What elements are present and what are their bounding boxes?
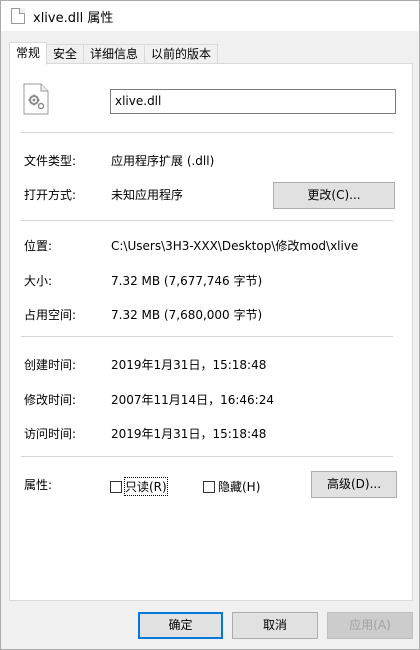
created-label: 创建时间: [24,358,77,372]
checkbox-box[interactable] [203,480,215,493]
apply-button[interactable]: 应用(A) [327,612,413,639]
modified-value: 2007年11月14日，16:46:24 [111,393,274,407]
modified-label: 修改时间: [24,393,77,407]
ok-button[interactable]: 确定 [138,612,223,639]
file-type-label: 文件类型: [24,154,77,168]
advanced-button[interactable]: 高级(D)... [311,471,397,498]
size-value: 7.32 MB (7,677,746 字节) [111,274,263,288]
tab-strip: 常规 安全 详细信息 以前的版本 [9,42,219,65]
readonly-checkbox[interactable]: 只读(R) [110,477,168,496]
cancel-button[interactable]: 取消 [232,612,318,639]
file-icon [11,8,25,24]
checkbox-box[interactable] [110,480,122,493]
divider [21,456,393,457]
tab-security[interactable]: 安全 [46,44,85,64]
size-on-disk-value: 7.32 MB (7,680,000 字节) [111,308,263,322]
general-panel [9,63,413,601]
opens-with-value: 未知应用程序 [111,188,184,202]
title-bar: xlive.dll 属性 [1,1,419,31]
size-on-disk-label: 占用空间: [24,308,77,322]
tab-previous-versions[interactable]: 以前的版本 [144,44,219,64]
readonly-label: 只读(R) [124,477,168,496]
divider [21,132,393,133]
created-value: 2019年1月31日，15:18:48 [111,358,267,372]
attributes-label: 属性: [24,478,53,492]
window-title: xlive.dll 属性 [33,10,114,26]
tab-details[interactable]: 详细信息 [83,44,146,64]
dll-gear-file-icon [23,83,49,115]
file-name-input[interactable]: xlive.dll [110,89,396,114]
opens-with-label: 打开方式: [24,188,77,202]
location-label: 位置: [24,239,53,253]
tab-general[interactable]: 常规 [9,42,48,65]
properties-window: xlive.dll 属性 常规 安全 详细信息 以前的版本 xlive.dll … [0,0,420,650]
divider [21,220,393,221]
size-label: 大小: [24,274,53,288]
hidden-label: 隐藏(H) [218,480,261,494]
location-value: C:\Users\3H3-XXX\Desktop\修改mod\xlive [111,239,359,253]
hidden-checkbox[interactable]: 隐藏(H) [203,478,260,495]
file-type-value: 应用程序扩展 (.dll) [111,154,215,168]
accessed-label: 访问时间: [24,427,77,441]
accessed-value: 2019年1月31日，15:18:48 [111,427,267,441]
change-button[interactable]: 更改(C)... [273,182,395,209]
divider [21,336,393,337]
